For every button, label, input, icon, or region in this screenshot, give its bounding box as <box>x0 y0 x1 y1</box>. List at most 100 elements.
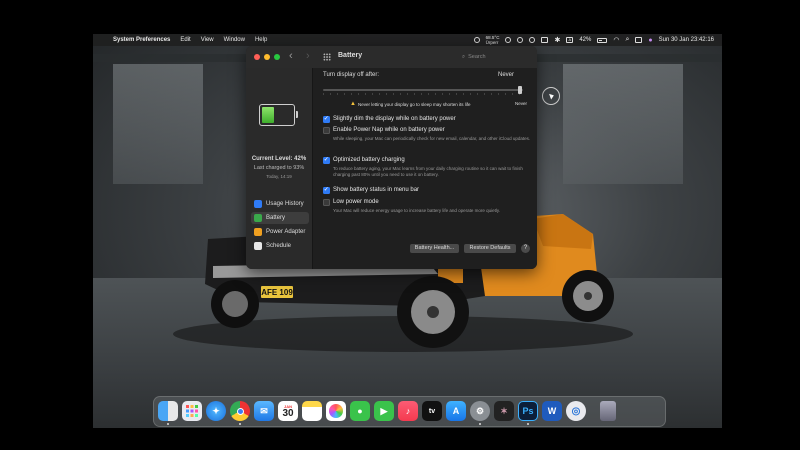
low-power-mode-checkbox[interactable] <box>323 199 330 206</box>
launchpad-grid-icon <box>186 405 198 417</box>
sidebar-item-power-adapter[interactable]: Power Adapter <box>251 226 309 238</box>
minimize-button[interactable] <box>264 54 270 60</box>
battery-preferences-window: ‹ › Battery ⌕ Search Current Level: 42% … <box>246 46 537 269</box>
facetime-icon[interactable]: ▶ <box>374 401 394 421</box>
dock: ✦ ✉ JAN 30 ● ▶ ♪ tv A ⚙ ✶ Ps W ◎ <box>153 396 666 427</box>
wifi-icon[interactable]: ◠ <box>613 36 619 44</box>
battery-level-icon <box>259 104 298 126</box>
mail-icon[interactable]: ✉ <box>254 401 274 421</box>
sidebar-item-usage-history[interactable]: Usage History <box>251 198 309 210</box>
temperature-widget[interactable]: 68.5°C Ürperr <box>486 35 500 45</box>
messages-icon[interactable]: ● <box>350 401 370 421</box>
menu-window[interactable]: Window <box>224 37 245 43</box>
sidebar-item-label: Schedule <box>266 243 292 249</box>
apple-tv-icon[interactable]: tv <box>422 401 442 421</box>
warehouse-window-right <box>563 64 683 184</box>
optimized-charging-checkbox[interactable] <box>323 156 330 164</box>
bluetooth-icon[interactable]: ✱ <box>554 36 560 44</box>
chrome-icon[interactable] <box>230 401 250 421</box>
restore-defaults-button[interactable]: Restore Defaults <box>464 244 516 253</box>
running-indicator <box>479 423 481 425</box>
target-icon[interactable] <box>505 37 512 43</box>
spotlight-search-icon[interactable]: ⌕ <box>625 36 629 44</box>
calendar-day: 30 <box>282 407 294 419</box>
battery-percent[interactable]: 42% <box>579 37 591 43</box>
app-store-a-icon: A <box>452 406 460 416</box>
show-battery-status-label: Show battery status in menu bar <box>333 187 420 193</box>
menu-view[interactable]: View <box>201 37 214 43</box>
music-icon[interactable]: ♪ <box>398 401 418 421</box>
display-off-label: Turn display off after: <box>323 72 380 78</box>
battery-health-button[interactable]: Battery Health... <box>410 244 459 253</box>
gear-icon: ⚙ <box>475 405 485 416</box>
low-power-mode-label: Low power mode <box>333 199 379 205</box>
safari-icon[interactable]: ✦ <box>206 401 226 421</box>
power-adapter-icon <box>254 228 262 236</box>
status-icon[interactable] <box>529 37 536 43</box>
slider-ticks <box>323 93 523 95</box>
window-titlebar: ‹ › Battery ⌕ Search <box>246 46 537 69</box>
chrome-center-icon <box>236 407 244 415</box>
dim-display-checkbox[interactable] <box>323 115 330 123</box>
video-camera-icon: ▶ <box>380 405 388 416</box>
menu-help[interactable]: Help <box>255 37 267 43</box>
last-charged-label: Last charged to 93% <box>253 165 305 171</box>
forward-chevron-icon[interactable]: › <box>306 50 310 62</box>
help-button[interactable]: ? <box>521 244 530 253</box>
battery-settings-pane: Turn display off after: Never Never ▲ Ne… <box>313 68 537 269</box>
battery-menu-icon[interactable] <box>597 37 608 43</box>
close-button[interactable] <box>254 54 260 60</box>
battery-level-fill <box>262 107 275 123</box>
sidebar: Current Level: 42% Last charged to 93% T… <box>246 68 313 269</box>
display-icon[interactable] <box>541 37 549 43</box>
running-indicator <box>167 423 169 425</box>
app-store-icon[interactable]: A <box>446 401 466 421</box>
display-off-slider-track[interactable] <box>323 89 523 91</box>
photoshop-icon[interactable]: Ps <box>518 401 538 421</box>
show-battery-status-checkbox[interactable] <box>323 186 330 194</box>
quicktime-icon[interactable]: ◎ <box>566 401 586 421</box>
final-cut-pro-icon[interactable]: ✶ <box>494 401 514 421</box>
power-nap-label: Enable Power Nap while on battery power <box>333 127 445 133</box>
word-icon[interactable]: W <box>542 401 562 421</box>
sidebar-item-schedule[interactable]: Schedule <box>251 240 309 252</box>
battery-cap <box>295 111 298 118</box>
mouse-cursor <box>542 87 560 105</box>
sidebar-item-battery[interactable]: Battery <box>251 212 309 224</box>
time-machine-icon[interactable] <box>517 37 524 43</box>
menu-app-name[interactable]: System Preferences <box>113 37 170 43</box>
menu-edit[interactable]: Edit <box>180 37 190 43</box>
power-nap-checkbox[interactable] <box>323 127 330 134</box>
status-circle-icon[interactable] <box>473 37 480 43</box>
warehouse-window-left <box>113 64 203 184</box>
search-field[interactable]: ⌕ Search <box>462 52 530 62</box>
menu-clock[interactable]: Sun 30 Jan 23:42:16 <box>659 37 714 43</box>
speech-bubble-icon: ● <box>357 406 363 416</box>
siri-icon[interactable]: ● <box>648 37 652 44</box>
back-chevron-icon[interactable]: ‹ <box>289 50 293 62</box>
finder-icon[interactable] <box>158 401 178 421</box>
compass-icon: ✦ <box>212 405 220 416</box>
photos-icon[interactable] <box>326 401 346 421</box>
temperature-sub: Ürperr <box>485 40 499 45</box>
menu-bar: System Preferences Edit View Window Help… <box>93 34 722 46</box>
show-all-grid-icon[interactable] <box>323 53 331 61</box>
calendar-icon[interactable]: JAN 30 <box>278 401 298 421</box>
music-note-icon: ♪ <box>405 406 411 416</box>
zoom-button[interactable] <box>274 54 280 60</box>
input-source-indicator[interactable]: A <box>566 37 574 43</box>
low-power-mode-description: Your Mac will reduce energy usage to inc… <box>333 208 501 213</box>
photos-flower-icon <box>329 404 343 418</box>
trash-icon[interactable] <box>600 401 616 421</box>
display-off-slider-knob[interactable] <box>518 86 522 94</box>
optimized-charging-label: Optimized battery charging <box>333 157 405 163</box>
system-preferences-icon[interactable]: ⚙ <box>470 401 490 421</box>
notes-icon[interactable] <box>302 401 322 421</box>
sidebar-item-label: Power Adapter <box>266 229 306 235</box>
slider-value-bottom: Never <box>515 101 528 106</box>
desktop: AFE 109 System Preferences Edit View Win… <box>93 34 722 428</box>
menu-extras: 68.5°C Ürperr ✱ A 42% ◠ ⌕ ● Sun 30 Jan 2… <box>473 34 714 46</box>
launchpad-icon[interactable] <box>182 401 202 421</box>
current-level-label: Current Level: 42% <box>251 156 307 162</box>
control-center-icon[interactable] <box>635 37 643 43</box>
